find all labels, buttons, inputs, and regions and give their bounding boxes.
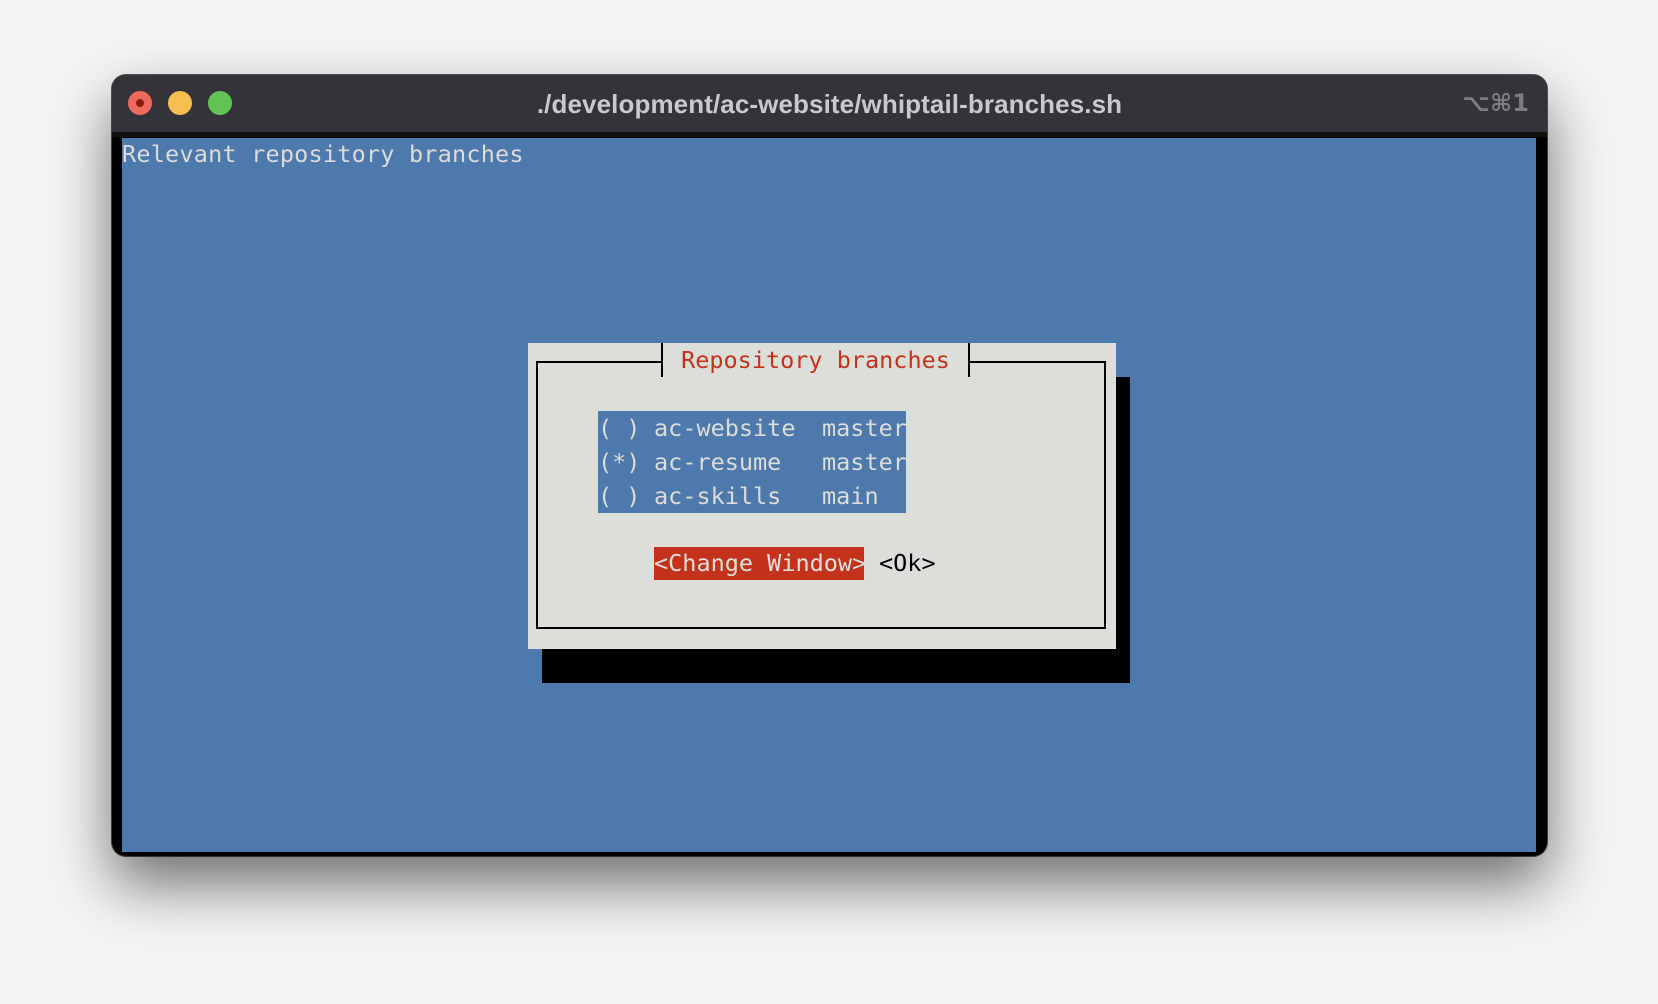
backtitle: Relevant repository branches [122,140,524,168]
radiolist-dialog: Repository branches ( ) ac-website maste… [528,343,1116,649]
window-title: ./development/ac-website/whiptail-branch… [536,89,1123,119]
window-shortcut: ⌥⌘1 [1462,89,1529,117]
branch-name: master [822,448,907,476]
list-item[interactable]: ( ) ac-skills main [598,479,906,513]
repo-name: ac-resume [654,448,782,476]
terminal-window: ./development/ac-website/whiptail-branch… [112,75,1547,856]
title-bar[interactable]: ./development/ac-website/whiptail-branch… [112,75,1547,137]
radio-button[interactable]: ( ) [598,411,654,445]
radio-button[interactable]: ( ) [598,479,654,513]
dialog-title: Repository branches [681,346,950,374]
list-item[interactable]: (*) ac-resume master [598,445,907,479]
repo-name: ac-website [654,414,796,442]
branch-name: master [822,414,907,442]
radio-button[interactable]: (*) [598,445,654,479]
branch-name: main [822,482,879,510]
ok-button[interactable]: <Ok> [879,547,936,580]
list-item[interactable]: ( ) ac-website master [598,411,907,445]
branch-radiolist[interactable]: ( ) ac-website master (*) ac-resume mast… [598,411,907,513]
terminal-screen[interactable]: Relevant repository branches Repository … [122,138,1536,852]
change-window-button[interactable]: <Change Window> [654,547,866,580]
dialog-title-area: Repository branches [661,343,970,377]
repo-name: ac-skills [654,482,782,510]
